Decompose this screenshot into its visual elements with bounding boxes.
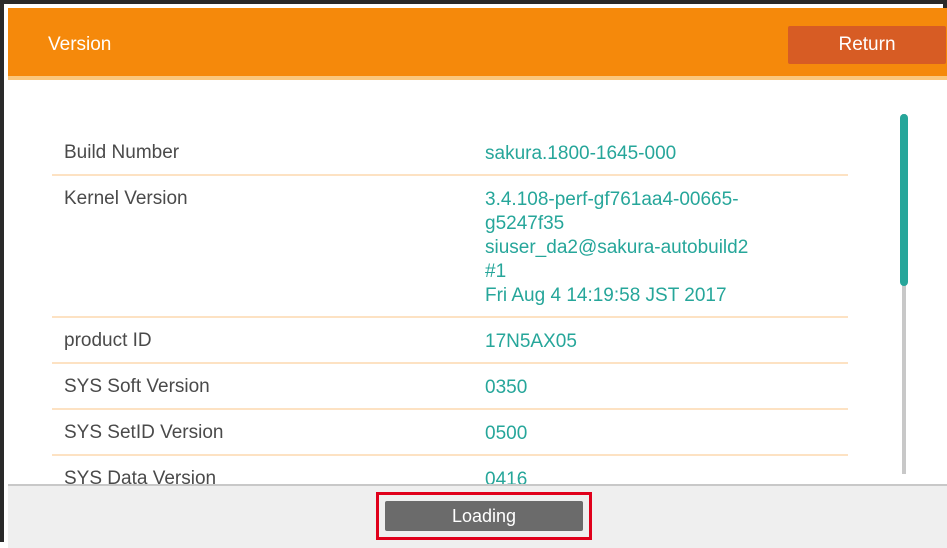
info-row-value: 3.4.108-perf-gf761aa4-00665- g5247f35 sius… bbox=[485, 176, 848, 316]
info-row-value: sakura.1800-1645-000 bbox=[485, 130, 848, 174]
info-row-label: product ID bbox=[64, 330, 152, 351]
info-row-value: 0500 bbox=[485, 410, 848, 454]
info-row-value: 17N5AX05 bbox=[485, 318, 848, 362]
page-title: Version bbox=[48, 34, 112, 55]
info-row-value-line: 17N5AX05 bbox=[485, 331, 577, 352]
info-row: product ID 17N5AX05 bbox=[52, 318, 848, 364]
info-row-value-line: 3.4.108-perf-gf761aa4-00665- bbox=[485, 189, 739, 210]
info-row-value: 0350 bbox=[485, 364, 848, 408]
loading-button[interactable]: Loading bbox=[385, 501, 583, 531]
info-row-value-line: g5247f35 bbox=[485, 213, 565, 234]
info-row-value-line: 0350 bbox=[485, 377, 528, 398]
info-row-value-line: sakura.1800-1645-000 bbox=[485, 143, 677, 164]
info-row: SYS SetID Version 0500 bbox=[52, 410, 848, 456]
info-row: SYS Soft Version 0350 bbox=[52, 364, 848, 410]
info-row-value-line: siuser_da2@sakura-autobuild2 bbox=[485, 237, 749, 258]
info-row-label: Build Number bbox=[64, 142, 180, 163]
app-window: Version Return Build Number sakura.1800-1… bbox=[0, 0, 947, 548]
info-row-value-line: Fri Aug 4 14:19:58 JST 2017 bbox=[485, 285, 727, 306]
info-row-value-line: #1 bbox=[485, 261, 507, 282]
footer-bar: Loading bbox=[8, 484, 947, 548]
scrollbar-thumb[interactable] bbox=[900, 114, 908, 286]
info-row: Build Number sakura.1800-1645-000 bbox=[52, 130, 848, 176]
version-info-panel[interactable]: Build Number sakura.1800-1645-000 Kernel V… bbox=[8, 80, 947, 502]
loading-highlight-box: Loading bbox=[376, 492, 592, 540]
info-row-value-line: 0500 bbox=[485, 423, 528, 444]
return-button[interactable]: Return bbox=[788, 26, 946, 64]
info-row-label: Kernel Version bbox=[64, 188, 188, 209]
info-row-label: SYS SetID Version bbox=[64, 422, 224, 443]
info-row-label: SYS Soft Version bbox=[64, 376, 210, 397]
info-row: Kernel Version 3.4.108-perf-gf761aa4-0066… bbox=[52, 176, 848, 318]
header-bar: Version Return bbox=[8, 8, 947, 80]
version-info-list: Build Number sakura.1800-1645-000 Kernel V… bbox=[52, 130, 848, 502]
